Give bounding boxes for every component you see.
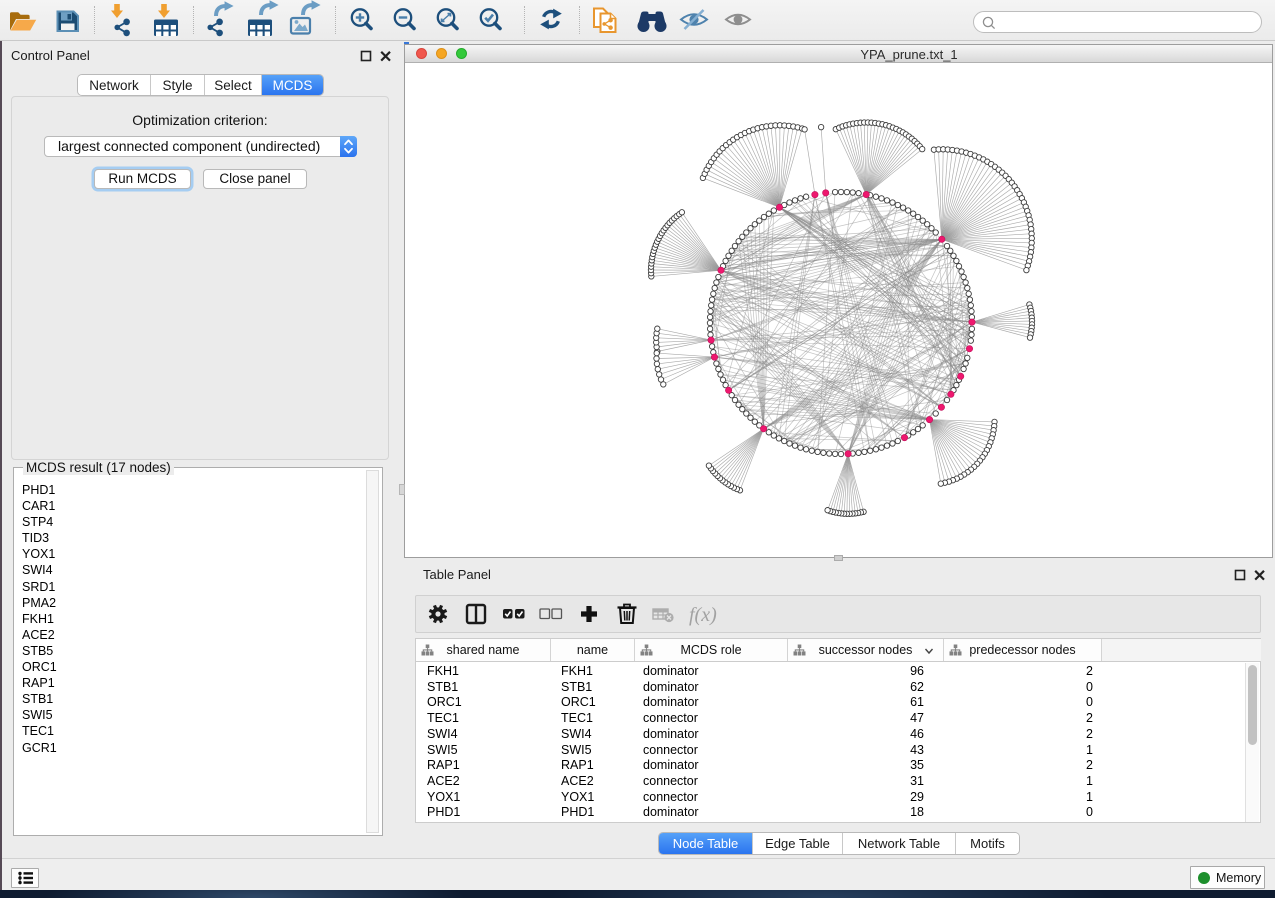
svg-text:f(x): f(x)	[689, 604, 717, 626]
